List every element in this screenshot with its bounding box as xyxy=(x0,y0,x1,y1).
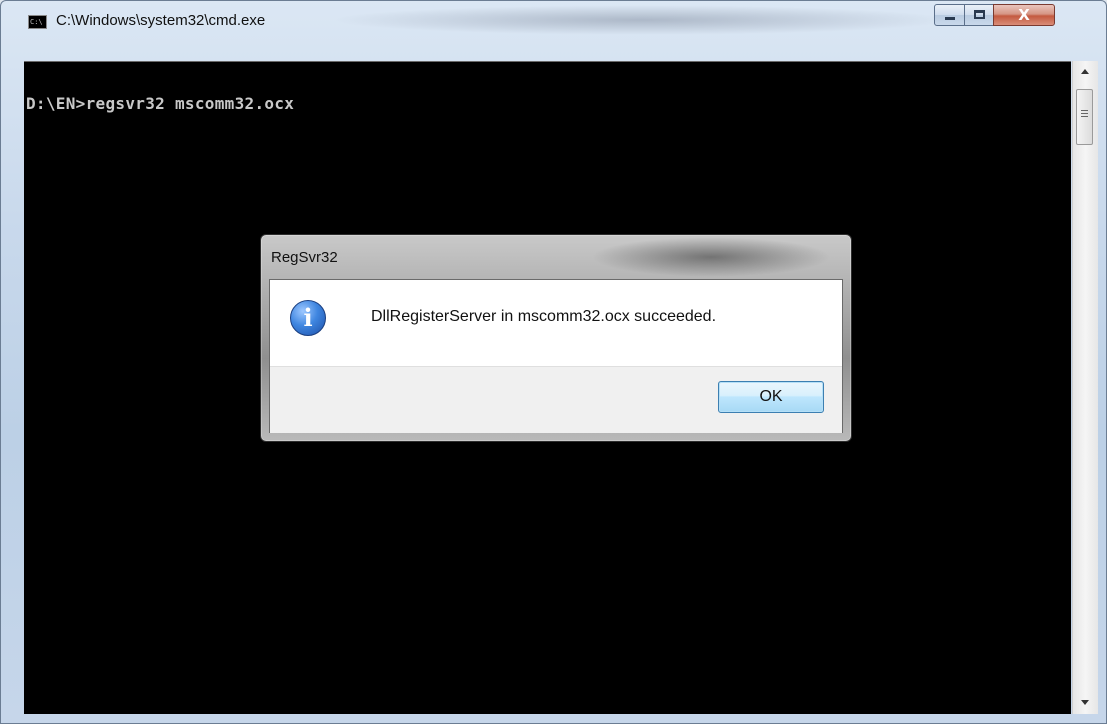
maximize-icon xyxy=(974,10,985,19)
dialog-title-glow xyxy=(591,237,831,277)
minimize-button[interactable] xyxy=(934,4,965,26)
cmd-app-icon[interactable]: C:\ xyxy=(28,15,47,29)
console-line: D:\EN>regsvr32 mscomm32.ocx xyxy=(26,94,295,113)
dialog-content: i DllRegisterServer in mscomm32.ocx succ… xyxy=(269,279,843,433)
title-bar[interactable]: C:\ C:\Windows\system32\cmd.exe X xyxy=(1,1,1106,41)
ok-button[interactable]: OK xyxy=(718,381,824,413)
minimize-icon xyxy=(945,17,955,20)
regsvr32-dialog: RegSvr32 i DllRegisterServer in mscomm32… xyxy=(260,234,852,442)
scroll-down-button[interactable] xyxy=(1073,690,1098,714)
scroll-up-icon xyxy=(1081,69,1089,74)
title-bar-glow xyxy=(331,5,951,35)
info-icon: i xyxy=(290,300,326,336)
scroll-down-icon xyxy=(1081,700,1089,705)
scroll-thumb[interactable] xyxy=(1076,89,1093,145)
scroll-thumb-grip xyxy=(1081,110,1088,119)
scroll-up-button[interactable] xyxy=(1073,61,1098,85)
dialog-title: RegSvr32 xyxy=(271,249,338,266)
dialog-message: DllRegisterServer in mscomm32.ocx succee… xyxy=(371,308,717,325)
cmd-window: C:\ C:\Windows\system32\cmd.exe X D:\EN>… xyxy=(0,0,1107,724)
vertical-scrollbar[interactable] xyxy=(1072,61,1098,714)
close-icon: X xyxy=(1018,6,1030,24)
maximize-button[interactable] xyxy=(964,4,994,26)
close-button[interactable]: X xyxy=(993,4,1055,26)
window-title: C:\Windows\system32\cmd.exe xyxy=(56,12,266,29)
dialog-button-bar: OK xyxy=(270,366,842,433)
